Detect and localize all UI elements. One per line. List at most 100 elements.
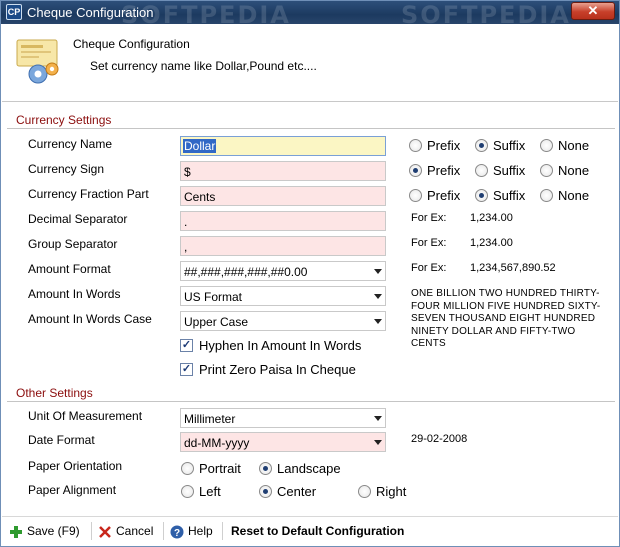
currency-sign-label: Currency Sign	[28, 162, 105, 176]
decimal-example-label: For Ex:	[411, 212, 447, 224]
other-settings-title: Other Settings	[16, 386, 93, 400]
alignment-left-label: Left	[199, 484, 221, 499]
currency-sign-none-label: None	[558, 163, 590, 178]
zero-paisa-checkbox-label: Print Zero Paisa In Cheque	[199, 362, 356, 377]
alignment-center-label: Center	[277, 484, 317, 499]
cancel-button[interactable]: Cancel	[98, 523, 153, 541]
currency-sign-prefix-radio[interactable]	[409, 164, 422, 177]
hyphen-checkbox[interactable]: ✓	[180, 339, 193, 352]
amount-in-words-label: Amount In Words	[28, 287, 121, 301]
currency-name-value: Dollar	[183, 139, 217, 153]
decimal-separator-label: Decimal Separator	[28, 212, 128, 226]
currency-name-suffix-label: Suffix	[493, 138, 526, 153]
title-bar[interactable]: CP Cheque Configuration SOFTPEDIA SOFTPE…	[1, 1, 619, 29]
amount-format-select[interactable]: ##,###,###,###,##0.00	[180, 261, 386, 281]
currency-settings-title: Currency Settings	[16, 113, 112, 127]
currency-name-suffix-radio[interactable]	[475, 139, 488, 152]
group-separator-label: Group Separator	[28, 237, 118, 251]
currency-fraction-input[interactable]: Cents	[180, 186, 386, 206]
save-button[interactable]: Save (F9)	[9, 523, 80, 541]
currency-sign-suffix-label: Suffix	[493, 163, 526, 178]
svg-text:?: ?	[174, 528, 180, 539]
other-settings-divider	[7, 401, 615, 402]
currency-sign-none-radio[interactable]	[540, 164, 553, 177]
currency-fraction-prefix-radio[interactable]	[409, 189, 422, 202]
chevron-down-icon[interactable]	[374, 319, 382, 324]
paper-orientation-label: Paper Orientation	[28, 459, 123, 473]
currency-sign-suffix-radio[interactable]	[475, 164, 488, 177]
amount-in-words-case-label: Amount In Words Case	[28, 312, 152, 326]
chevron-down-icon[interactable]	[374, 416, 382, 421]
group-example-value: 1,234.00	[470, 237, 513, 249]
currency-name-none-label: None	[558, 138, 590, 153]
orientation-portrait-radio[interactable]	[181, 462, 194, 475]
amount-format-example-label: For Ex:	[411, 262, 447, 274]
close-icon	[99, 525, 111, 538]
dialog-header: Cheque Configuration Set currency name l…	[2, 24, 618, 102]
amount-format-label: Amount Format	[28, 262, 111, 276]
header-title: Cheque Configuration	[73, 37, 190, 51]
footer-toolbar: Save (F9) Cancel ? Help Reset to Default …	[2, 516, 618, 546]
plus-icon	[10, 525, 22, 538]
currency-sign-input[interactable]: $	[180, 161, 386, 181]
date-format-label: Date Format	[28, 433, 95, 447]
currency-fraction-none-label: None	[558, 188, 590, 203]
currency-name-prefix-label: Prefix	[427, 138, 461, 153]
currency-fraction-prefix-label: Prefix	[427, 188, 461, 203]
currency-fraction-label: Currency Fraction Part	[28, 187, 149, 201]
reset-default-button[interactable]: Reset to Default Configuration	[231, 523, 404, 541]
orientation-landscape-radio[interactable]	[259, 462, 272, 475]
cheque-configuration-window: CP Cheque Configuration SOFTPEDIA SOFTPE…	[0, 0, 620, 547]
help-icon: ?	[170, 525, 184, 539]
help-button-label: Help	[188, 524, 213, 538]
group-example-label: For Ex:	[411, 237, 447, 249]
unit-value: Millimeter	[184, 412, 236, 426]
cancel-button-label: Cancel	[116, 524, 154, 538]
currency-fraction-none-radio[interactable]	[540, 189, 553, 202]
amount-format-value: ##,###,###,###,##0.00	[184, 265, 308, 279]
amount-in-words-select[interactable]: US Format	[180, 286, 386, 306]
group-separator-input[interactable]: ,	[180, 236, 386, 256]
close-button[interactable]: ✕	[571, 2, 615, 20]
orientation-portrait-label: Portrait	[199, 461, 241, 476]
unit-label: Unit Of Measurement	[28, 409, 143, 423]
amount-format-example-value: 1,234,567,890.52	[470, 262, 556, 274]
header-subtitle: Set currency name like Dollar,Pound etc.…	[90, 59, 317, 73]
currency-name-input[interactable]: Dollar	[180, 136, 386, 156]
amount-in-words-case-value: Upper Case	[184, 315, 249, 329]
decimal-separator-input[interactable]: .	[180, 211, 386, 231]
currency-name-none-radio[interactable]	[540, 139, 553, 152]
save-button-label: Save (F9)	[27, 524, 80, 538]
alignment-right-radio[interactable]	[358, 485, 371, 498]
chevron-down-icon[interactable]	[374, 294, 382, 299]
amount-in-words-case-select[interactable]: Upper Case	[180, 311, 386, 331]
date-format-value: dd-MM-yyyy	[184, 436, 250, 450]
toolbar-divider	[163, 522, 164, 540]
paper-alignment-label: Paper Alignment	[28, 483, 117, 497]
cheque-settings-icon	[16, 39, 59, 84]
chevron-down-icon[interactable]	[374, 269, 382, 274]
zero-paisa-checkbox[interactable]: ✓	[180, 363, 193, 376]
currency-sign-prefix-label: Prefix	[427, 163, 461, 178]
currency-name-prefix-radio[interactable]	[409, 139, 422, 152]
chevron-down-icon[interactable]	[374, 440, 382, 445]
alignment-left-radio[interactable]	[181, 485, 194, 498]
currency-settings-divider	[7, 128, 615, 129]
hyphen-checkbox-label: Hyphen In Amount In Words	[199, 338, 362, 353]
decimal-example-value: 1,234.00	[470, 212, 513, 224]
app-icon: CP	[6, 4, 22, 20]
currency-name-label: Currency Name	[28, 137, 113, 151]
alignment-center-radio[interactable]	[259, 485, 272, 498]
date-format-example: 29-02-2008	[411, 433, 468, 445]
amount-in-words-example: ONE BILLION TWO HUNDRED THIRTY-FOUR MILL…	[411, 288, 601, 349]
amount-in-words-value: US Format	[184, 290, 243, 304]
toolbar-divider	[222, 522, 223, 540]
date-format-select[interactable]: dd-MM-yyyy	[180, 432, 386, 452]
unit-select[interactable]: Millimeter	[180, 408, 386, 428]
orientation-landscape-label: Landscape	[277, 461, 341, 476]
toolbar-divider	[91, 522, 92, 540]
currency-fraction-suffix-label: Suffix	[493, 188, 526, 203]
help-button[interactable]: ? Help	[170, 523, 213, 541]
alignment-right-label: Right	[376, 484, 407, 499]
currency-fraction-suffix-radio[interactable]	[475, 189, 488, 202]
